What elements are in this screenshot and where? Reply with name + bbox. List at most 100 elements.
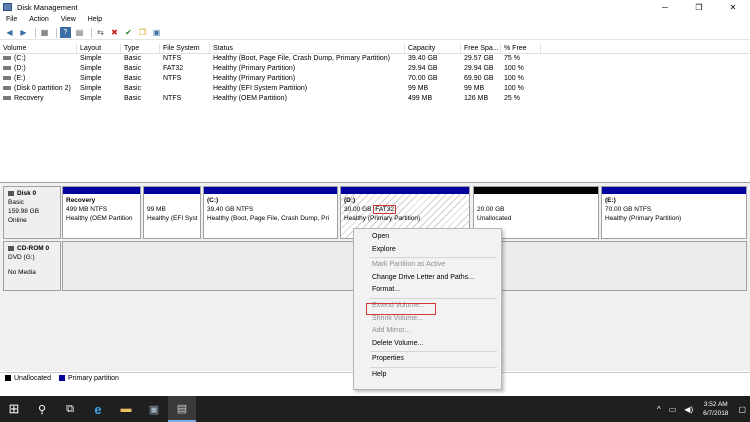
menu-change-drive-letter[interactable]: Change Drive Letter and Paths... (354, 272, 501, 285)
connect-icon[interactable]: ⇆ (95, 27, 106, 38)
column-percent-free[interactable]: % Free (501, 44, 541, 53)
file-explorer-icon[interactable]: ▬ (112, 396, 140, 422)
context-menu: Open Explore Mark Partition as Active Ch… (353, 228, 502, 390)
volume-name: Recovery (14, 95, 44, 102)
file-system-cell: NTFS (163, 55, 182, 62)
table-row[interactable]: Recovery Simple Basic NTFS Healthy (OEM … (0, 94, 750, 104)
status-cell: Healthy (OEM Partition) (213, 95, 287, 102)
disk-type: Basic (8, 199, 24, 206)
internet-explorer-icon[interactable]: e (84, 396, 112, 422)
delete-icon[interactable]: ✖ (109, 27, 120, 38)
partition-details: Recovery 499 MB NTFS Healthy (OEM Partit… (63, 194, 140, 225)
menu-view[interactable]: View (61, 16, 76, 23)
properties-icon[interactable]: ▤ (74, 27, 85, 38)
primary-swatch (58, 375, 65, 381)
partition-size: 70.00 GB NTFS (605, 206, 652, 213)
column-volume[interactable]: Volume (0, 44, 77, 53)
partition-e[interactable]: (E:) 70.00 GB NTFS Healthy (Primary Part… (601, 186, 747, 239)
table-row[interactable]: (E:) Simple Basic NTFS Healthy (Primary … (0, 74, 750, 84)
file-system-cell: NTFS (163, 75, 182, 82)
free-space-cell: 29.57 GB (464, 55, 494, 62)
start-icon[interactable]: ⊞ (0, 396, 28, 422)
column-file-system[interactable]: File System (160, 44, 210, 53)
network-icon[interactable]: ▭ (669, 405, 677, 414)
menu-file[interactable]: File (6, 16, 17, 23)
table-row[interactable]: (Disk 0 partition 2) Simple Basic Health… (0, 84, 750, 94)
menu-help[interactable]: Help (88, 16, 102, 23)
partition-name: (E:) (605, 197, 616, 204)
menu-mark-active: Mark Partition as Active (372, 261, 446, 269)
list-view-icon[interactable]: ▦ (39, 27, 50, 38)
menu-delete-volume[interactable]: Delete Volume... (354, 338, 501, 351)
volume-icon[interactable]: ◀) (684, 405, 693, 414)
unallocated-bar (474, 187, 598, 194)
drive-icon (3, 96, 11, 101)
column-layout[interactable]: Layout (77, 44, 121, 53)
partition-size: 20.00 GB (477, 206, 505, 213)
server-manager-icon[interactable]: ▣ (140, 396, 168, 422)
disk-management-taskbar-icon[interactable]: ▤ (168, 396, 196, 422)
primary-partition-bar (63, 187, 140, 194)
forward-icon[interactable]: ▶ (18, 27, 29, 38)
disk-state: Online (8, 217, 27, 224)
menu-bar: File Action View Help (0, 14, 750, 25)
help-icon[interactable]: ? (60, 27, 71, 38)
column-free-space[interactable]: Free Spa... (461, 44, 501, 53)
type-cell: Basic (124, 85, 142, 92)
menu-open[interactable]: Open (354, 231, 501, 244)
system-tray: ^ ▭ ◀) 3:52 AM 6/7/2018 ▢ (653, 396, 750, 422)
maximize-button[interactable]: ❐ (682, 0, 716, 14)
percent-free-cell: 100 % (504, 65, 524, 72)
menu-properties[interactable]: Properties (354, 353, 501, 366)
legend-primary: Primary partition (58, 374, 119, 382)
menu-help-item[interactable]: Help (354, 369, 501, 382)
column-status[interactable]: Status (210, 44, 405, 53)
partition-efi[interactable]: 99 MB Healthy (EFI Syst (143, 186, 201, 239)
type-cell: Basic (124, 75, 142, 82)
check-icon[interactable]: ✔ (123, 27, 134, 38)
toolbar-separator (56, 27, 57, 38)
cdrom-name: CD-ROM 0 (17, 245, 50, 252)
partition-details: (C:) 39.40 GB NTFS Healthy (Boot, Page F… (204, 194, 337, 225)
capacity-cell: 39.40 GB (408, 55, 438, 62)
table-row[interactable]: (D:) Simple Basic FAT32 Healthy (Primary… (0, 64, 750, 74)
partition-details: (E:) 70.00 GB NTFS Healthy (Primary Part… (602, 194, 746, 225)
cdrom-icon (8, 245, 14, 251)
partition-c[interactable]: (C:) 39.40 GB NTFS Healthy (Boot, Page F… (203, 186, 338, 239)
title-bar: Disk Management ─ ❐ ✕ (0, 0, 750, 14)
partition-recovery[interactable]: Recovery 499 MB NTFS Healthy (OEM Partit… (62, 186, 141, 239)
menu-action[interactable]: Action (29, 16, 48, 23)
tray-chevron-icon[interactable]: ^ (657, 405, 661, 414)
search-icon[interactable]: ⚲ (28, 396, 56, 422)
menu-explore[interactable]: Explore (354, 244, 501, 257)
menu-separator (370, 351, 497, 353)
menu-separator (370, 257, 497, 259)
menu-format[interactable]: Format... (354, 284, 501, 297)
clock[interactable]: 3:52 AM 6/7/2018 (703, 400, 728, 418)
volume-cell: (D:) (0, 64, 77, 74)
table-row[interactable]: (C:) Simple Basic NTFS Healthy (Boot, Pa… (0, 54, 750, 64)
cdrom-0-label[interactable]: CD-ROM 0 DVD (G:) No Media (3, 241, 61, 291)
back-icon[interactable]: ◀ (4, 27, 15, 38)
layout-cell: Simple (80, 85, 102, 92)
free-space-cell: 69.90 GB (464, 75, 494, 82)
legend-primary-label: Primary partition (67, 374, 119, 382)
partition-details: 20.00 GB Unallocated (474, 194, 598, 225)
file-system-highlight: FAT32 (373, 205, 396, 214)
task-view-icon[interactable]: ⧉ (56, 396, 84, 422)
disk-0-label[interactable]: Disk 0 Basic 159.98 GB Online (3, 186, 61, 239)
partition-details: (D:) 30.00 GB FAT32 Healthy (Primary Par… (341, 194, 469, 225)
partition-status: Healthy (EFI Syst (147, 215, 198, 222)
close-button[interactable]: ✕ (716, 0, 750, 14)
explore-icon[interactable]: ▣ (151, 27, 162, 38)
column-type[interactable]: Type (121, 44, 160, 53)
free-space-cell: 29.94 GB (464, 65, 494, 72)
notification-icon[interactable]: ▢ (738, 405, 746, 414)
partition-name: (D:) (344, 197, 356, 204)
column-capacity[interactable]: Capacity (405, 44, 461, 53)
minimize-button[interactable]: ─ (648, 0, 682, 14)
layout-cell: Simple (80, 55, 102, 62)
partition-size-row: 30.00 GB FAT32 (344, 205, 466, 214)
new-icon[interactable]: ❐ (137, 27, 148, 38)
drive-icon (3, 56, 11, 61)
